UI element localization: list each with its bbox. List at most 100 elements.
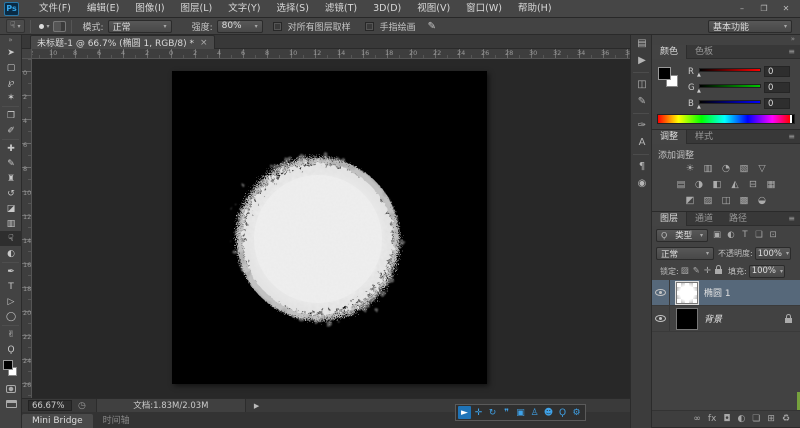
exposure-icon[interactable]: ▧ [737,162,751,175]
new-group-icon[interactable]: ❏ [752,414,760,424]
quick-selection-tool[interactable]: ✶ [0,90,22,105]
airbrush-icon[interactable]: ✎ [428,21,436,32]
menu-item[interactable]: 滤镜(T) [317,0,365,17]
delete-layer-icon[interactable]: ♻ [782,414,790,424]
document-tab[interactable]: 未标题-1 @ 66.7% (椭圆 1, RGB/8) * × [30,35,215,49]
quick-mask-button[interactable] [0,381,22,396]
tab-路径[interactable]: 路径 [721,212,755,226]
sample-all-layers-checkbox[interactable] [273,22,282,31]
people-mode-icon[interactable]: ☻ [542,406,555,419]
menu-item[interactable]: 窗口(W) [458,0,510,17]
eye-icon[interactable] [655,315,666,322]
filter-type-layers-icon[interactable]: T [739,229,751,241]
clone-source-panel-icon[interactable]: ✑ [631,117,653,134]
marquee-tool[interactable]: ▢ [0,60,22,75]
history-panel-icon[interactable]: ▤ [631,35,653,52]
eyedropper-tool[interactable]: ✐ [0,123,22,138]
layer-visibility-cell[interactable] [652,306,670,331]
zoom-level-field[interactable]: 66.67% [28,400,72,411]
move-tool[interactable]: ➤ [0,45,22,60]
add-layer-mask-icon[interactable]: ◘ [723,414,730,424]
restore-button[interactable]: ❐ [754,2,774,15]
layer-row[interactable]: 椭圆 1 [652,280,800,306]
layer-name[interactable]: 背景 [704,312,722,325]
shape-tool[interactable]: ◯ [0,309,22,324]
layer-style-icon[interactable]: fx [708,414,717,424]
levels-icon[interactable]: ▥ [701,162,715,175]
tab-样式[interactable]: 样式 [687,130,721,144]
curves-icon[interactable]: ◔ [719,162,733,175]
crop-tool[interactable]: ❐ [0,108,22,123]
color-swatches[interactable] [0,359,22,379]
foreground-color-swatch[interactable] [3,360,13,370]
layer-visibility-cell[interactable] [652,280,670,305]
character-panel-icon[interactable]: A [631,134,653,151]
slider-thumb-icon[interactable]: ▲ [697,104,701,110]
gradient-map-icon[interactable]: ◒ [755,194,769,207]
channel-value-field[interactable]: 0 [764,98,790,109]
lock-image-pixels-icon[interactable]: ✎ [693,266,700,276]
toolbar-collapse-button[interactable]: » [0,35,21,45]
brush-panel-icon[interactable]: ✎ [631,93,653,110]
dodge-tool[interactable]: ◐ [0,246,22,261]
posterize-icon[interactable]: ▨ [701,194,715,207]
status-menu-arrow[interactable]: ▶ [254,402,259,410]
minimize-button[interactable]: – [732,2,752,15]
hue-saturation-icon[interactable]: ▤ [674,178,688,191]
lock-position-icon[interactable]: ✛ [704,266,711,276]
channel-slider[interactable]: ▲ [699,67,761,77]
eraser-tool[interactable]: ◪ [0,201,22,216]
tab-通道[interactable]: 通道 [687,212,721,226]
eye-icon[interactable] [655,289,666,296]
layer-name[interactable]: 椭圆 1 [704,286,731,299]
color-balance-icon[interactable]: ◑ [692,178,706,191]
info-panel-icon[interactable]: ◫ [631,76,653,93]
photo-filter-icon[interactable]: ◭ [728,178,742,191]
invert-icon[interactable]: ◩ [683,194,697,207]
menu-item[interactable]: 选择(S) [268,0,316,17]
menu-item[interactable]: 3D(D) [365,0,409,17]
search-mode-icon[interactable]: Ϙ [556,406,569,419]
tab-close-button[interactable]: × [200,38,208,48]
channel-slider[interactable]: ▲ [699,83,761,93]
lock-transparent-pixels-icon[interactable]: ▨ [681,266,689,276]
menu-item[interactable]: 图层(L) [173,0,221,17]
settings-mode-icon[interactable]: ⚙ [570,406,583,419]
filter-pixel-layers-icon[interactable]: ▣ [711,229,723,241]
tab-颜色[interactable]: 颜色 [652,45,687,59]
bottom-tab-时间轴[interactable]: 时间轴 [93,414,140,428]
layer-row[interactable]: 背景 [652,306,800,332]
rotate-mode-icon[interactable]: ↻ [486,406,499,419]
threshold-icon[interactable]: ◫ [719,194,733,207]
image-mode-icon[interactable]: ▣ [514,406,527,419]
paragraph-panel-icon[interactable]: ¶ [631,158,653,175]
layer-thumbnail[interactable] [676,282,698,304]
clone-stamp-tool[interactable]: ♜ [0,171,22,186]
menu-item[interactable]: 文字(Y) [220,0,268,17]
menu-item[interactable]: 编辑(E) [79,0,127,17]
slider-thumb-icon[interactable]: ▲ [697,88,701,94]
menu-item[interactable]: 视图(V) [409,0,458,17]
channel-slider[interactable]: ▲ [699,99,761,109]
fill-field[interactable]: 100% ▾ [749,265,785,278]
strength-field[interactable]: 80% ▾ [217,20,263,33]
device-preview-panel-icon[interactable]: ◉ [631,175,653,192]
type-tool[interactable]: T [0,279,22,294]
color-spectrum-bar[interactable] [657,114,795,124]
new-layer-icon[interactable]: ⊞ [767,414,775,424]
channel-value-field[interactable]: 0 [764,82,790,93]
filter-shape-layers-icon[interactable]: ❑ [753,229,765,241]
panel-color-swatches[interactable] [658,67,680,89]
pen-tool[interactable]: ✒ [0,264,22,279]
slider-thumb-icon[interactable]: ▲ [697,72,701,78]
brush-panel-toggle[interactable] [53,21,66,32]
lasso-tool[interactable]: ℘ [0,75,22,90]
panel-menu-icon[interactable]: ≡ [788,214,795,223]
panel-menu-icon[interactable]: ≡ [788,47,795,56]
black-white-icon[interactable]: ◧ [710,178,724,191]
screen-mode-button[interactable] [0,396,22,411]
marks-mode-icon[interactable]: ❞ [500,406,513,419]
finger-painting-checkbox[interactable] [365,22,374,31]
opacity-field[interactable]: 100% ▾ [755,247,791,260]
gradient-tool[interactable]: ▥ [0,216,22,231]
